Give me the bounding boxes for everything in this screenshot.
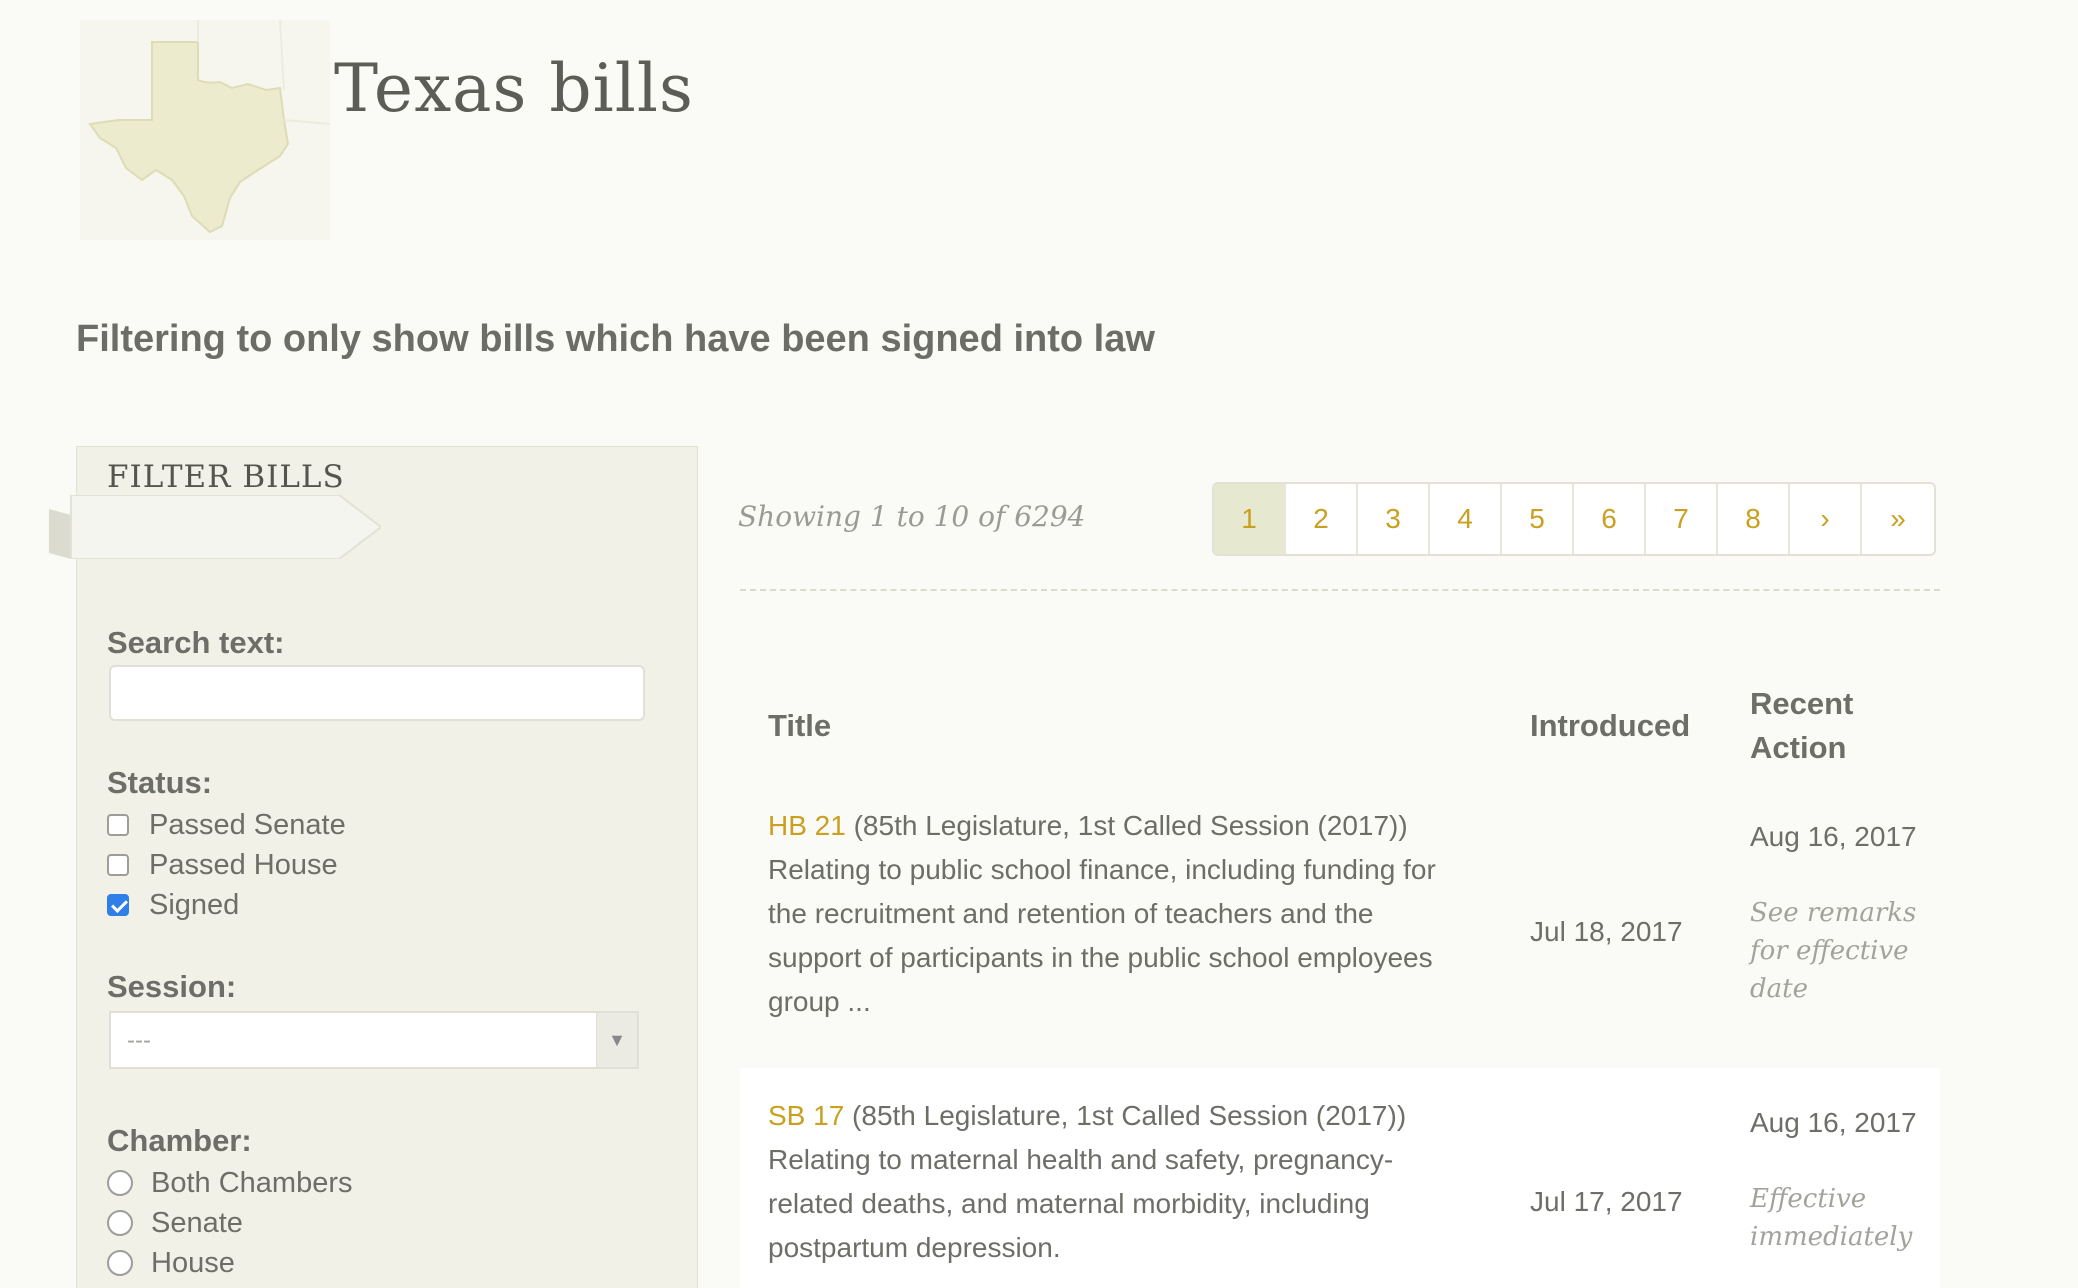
column-header-recent-action[interactable]: Recent Action [1750, 682, 1853, 770]
status-option-label: Passed Senate [149, 808, 346, 841]
page-3-button[interactable]: 3 [1358, 484, 1430, 554]
chamber-option-house[interactable]: House [107, 1243, 235, 1283]
chamber-option-both[interactable]: Both Chambers [107, 1163, 353, 1203]
status-option-passed-senate[interactable]: Passed Senate [107, 805, 346, 845]
texas-map-icon[interactable] [80, 20, 330, 240]
filter-bills-heading: FILTER BILLS [107, 459, 345, 495]
recent-action-note: See remarks for effective date [1750, 898, 1917, 1004]
chamber-label: Chamber: [107, 1123, 252, 1158]
session-select[interactable]: --- ▼ [109, 1011, 639, 1069]
page-4-button[interactable]: 4 [1430, 484, 1502, 554]
page-6-button[interactable]: 6 [1574, 484, 1646, 554]
status-option-signed[interactable]: Signed [107, 885, 239, 925]
status-option-label: Signed [149, 888, 240, 921]
house-radio[interactable] [107, 1250, 133, 1276]
recent-action-date: Aug 16, 2017 [1750, 1107, 1917, 1138]
introduced-date: Jul 17, 2017 [1530, 1186, 1683, 1217]
senate-radio[interactable] [107, 1210, 133, 1236]
page-5-button[interactable]: 5 [1502, 484, 1574, 554]
recent-action-date: Aug 16, 2017 [1750, 821, 1917, 852]
chevron-down-icon[interactable]: ▼ [596, 1013, 637, 1067]
next-page-button[interactable]: › [1790, 484, 1862, 554]
passed-senate-checkbox[interactable] [107, 814, 129, 836]
chamber-option-label: Both Chambers [151, 1166, 353, 1199]
page: Texas bills Filtering to only show bills… [0, 0, 2078, 1288]
table-row-title: HB 21 (85th Legislature, 1st Called Sess… [768, 804, 1468, 1024]
introduced-date: Jul 18, 2017 [1530, 916, 1683, 947]
chamber-option-senate[interactable]: Senate [107, 1203, 243, 1243]
divider [740, 589, 1940, 591]
session-select-value: --- [127, 1027, 151, 1054]
page-7-button[interactable]: 7 [1646, 484, 1718, 554]
search-label: Search text: [107, 625, 285, 660]
page-1-button[interactable]: 1 [1214, 484, 1286, 554]
status-label: Status: [107, 765, 213, 800]
status-option-label: Passed House [149, 848, 338, 881]
session-label: Session: [107, 969, 237, 1004]
last-page-button[interactable]: » [1862, 484, 1934, 554]
passed-house-checkbox[interactable] [107, 854, 129, 876]
search-input[interactable] [109, 665, 645, 721]
column-header-title[interactable]: Title [768, 704, 831, 748]
status-option-passed-house[interactable]: Passed House [107, 845, 338, 885]
filter-notice: Filtering to only show bills which have … [76, 318, 1155, 360]
bill-session: (85th Legislature, 1st Called Session (2… [845, 810, 1408, 841]
signed-checkbox[interactable] [107, 894, 129, 916]
results-count: Showing 1 to 10 of 6294 [738, 500, 1086, 533]
site-title[interactable]: Texas bills [334, 50, 694, 127]
chamber-option-label: Senate [151, 1206, 243, 1239]
bill-session: (85th Legislature, 1st Called Session (2… [844, 1100, 1407, 1131]
chamber-option-label: House [151, 1246, 235, 1279]
pagination: 1 2 3 4 5 6 7 8 › » [1212, 482, 1936, 556]
column-header-recent-action-line2: Action [1750, 730, 1847, 765]
bill-summary: Relating to public school finance, inclu… [768, 854, 1436, 1017]
bill-link[interactable]: SB 17 [768, 1100, 844, 1131]
both-chambers-radio[interactable] [107, 1170, 133, 1196]
bill-summary: Relating to maternal health and safety, … [768, 1144, 1394, 1263]
filter-ribbon [49, 495, 381, 559]
column-header-recent-action-line1: Recent [1750, 686, 1854, 721]
page-8-button[interactable]: 8 [1718, 484, 1790, 554]
table-row-title: SB 17 (85th Legislature, 1st Called Sess… [768, 1094, 1468, 1270]
filter-sidebar: FILTER BILLS Search text: Status: Passed… [49, 446, 698, 1288]
bill-link[interactable]: HB 21 [768, 810, 846, 841]
column-header-introduced[interactable]: Introduced [1530, 704, 1690, 748]
recent-action-note: Effective immediately [1750, 1184, 1913, 1252]
page-2-button[interactable]: 2 [1286, 484, 1358, 554]
